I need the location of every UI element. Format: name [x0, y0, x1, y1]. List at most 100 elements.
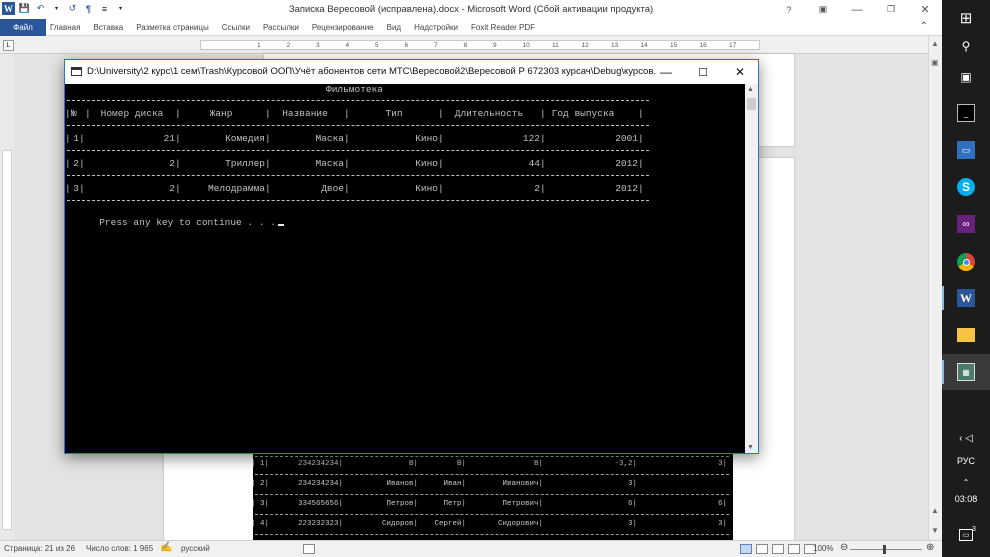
console-table-cell: Комедия: [225, 133, 265, 144]
console-close-button[interactable]: ✕: [722, 60, 758, 84]
console-prompt-line: Press any key to continue . . .: [65, 206, 745, 228]
scroll-up-icon[interactable]: ▲: [931, 39, 939, 48]
minimize-button[interactable]: —: [840, 0, 874, 19]
console-separator: [67, 150, 649, 151]
document-scrollbar[interactable]: ▲ ▣ ▲ ▼: [928, 36, 942, 540]
macro-record-icon[interactable]: [303, 544, 315, 554]
console-column-header: №: [71, 108, 77, 119]
console-window[interactable]: D:\University\2 курс\1 сем\Trash\Курсово…: [64, 59, 759, 454]
console-column-divider: |: [438, 158, 444, 169]
console-table-cell: Кино: [415, 183, 438, 194]
document-table-cell: Иванович|: [502, 480, 543, 488]
outline-button[interactable]: [788, 544, 800, 554]
action-center-button[interactable]: ▭: [942, 517, 990, 553]
tray-chevron-icon[interactable]: ⌃: [942, 478, 990, 487]
ribbon-tab[interactable]: Вид: [387, 23, 401, 32]
word-icon: W: [957, 289, 975, 307]
console-column-divider: |: [638, 183, 644, 194]
console-heading: Фильмотека: [326, 84, 384, 95]
chevron-up-icon: ‹ ◁: [959, 432, 973, 444]
ribbon-tab[interactable]: Разметка страницы: [136, 23, 209, 32]
document-table-row: | 1| 234234234| В| В| В| -3,2| 3|: [253, 460, 733, 470]
prev-page-icon[interactable]: ▲: [931, 506, 939, 515]
console-maximize-button[interactable]: ☐: [685, 60, 721, 84]
console-column-divider: |: [540, 183, 546, 194]
document-table-row: | 4| 223232323| Сидоров| Сергей| Сидорович| 3…: [253, 520, 733, 530]
console-column-header: Год выпуска: [551, 108, 615, 119]
console-scroll-thumb[interactable]: [747, 98, 756, 110]
word-title-bar: W 💾 ↶ ▾ ↺ ¶ ≡ ▾ Записка Вересовой (испра…: [0, 0, 942, 19]
taskbar-skype[interactable]: S: [942, 169, 990, 205]
console-column-header: Номер диска: [100, 108, 164, 119]
horizontal-ruler[interactable]: 1 2 3 4 5 6 7 8 9 10 11 12 13 14 15 16 17: [200, 40, 760, 50]
taskbar-word[interactable]: W: [942, 280, 990, 316]
console-column-header: Длительность: [454, 108, 524, 119]
zoom-level[interactable]: 100%: [813, 544, 833, 553]
ribbon-tab[interactable]: Главная: [50, 23, 80, 32]
taskbar-remote-desktop[interactable]: ▭: [942, 132, 990, 168]
zoom-slider-knob[interactable]: [883, 545, 886, 554]
ribbon-tab[interactable]: Ссылки: [222, 23, 250, 32]
language-indicator[interactable]: русский: [181, 544, 210, 553]
close-button[interactable]: ✕: [908, 0, 942, 19]
ruler-number: 15: [670, 42, 678, 49]
proofing-icon[interactable]: ✍: [160, 542, 172, 553]
console-output[interactable]: Фильмотека | | | | | | | | № Номер диска Жанр Назва…: [65, 84, 745, 453]
console-table-cell: 2: [169, 183, 175, 194]
taskbar-console-app[interactable]: _: [942, 95, 990, 131]
skype-icon: S: [957, 178, 975, 196]
tab-stop-selector[interactable]: L: [3, 40, 14, 51]
zoom-out-icon[interactable]: ⊖: [840, 542, 848, 553]
console-title-bar[interactable]: D:\University\2 курс\1 сем\Trash\Курсово…: [65, 60, 758, 84]
document-table-separator: [255, 474, 729, 475]
taskbar-file-explorer[interactable]: [942, 317, 990, 353]
chrome-icon: [957, 253, 975, 271]
ribbon-tab[interactable]: Foxit Reader PDF: [471, 23, 535, 32]
ribbon-tab[interactable]: Рецензирование: [312, 23, 374, 32]
console-column-header: Название: [282, 108, 328, 119]
taskbar-visual-studio[interactable]: ∞: [942, 206, 990, 242]
document-table-row: | 2| 234234234| Иванов| Иван| Иванович| 3|: [253, 480, 733, 490]
page-counter[interactable]: Страница: 21 из 26: [4, 544, 75, 553]
console-scroll-down-icon[interactable]: ▼: [747, 444, 754, 451]
split-view-icon[interactable]: ▣: [931, 58, 939, 67]
ribbon-tabs: Файл Главная Вставка Разметка страницы Ссыл…: [0, 19, 942, 36]
console-minimize-button[interactable]: —: [648, 60, 684, 84]
console-scroll-up-icon[interactable]: ▲: [747, 86, 754, 93]
collapse-ribbon-icon[interactable]: ⌃: [920, 21, 928, 32]
console-table-row: | 1 | 21 | Комедия | Маска | Кино | 122 | 2001 |: [65, 133, 745, 145]
console-icon: _: [957, 104, 975, 122]
ruler-number: 1: [257, 42, 261, 49]
notification-count: 3: [972, 526, 976, 533]
ribbon-tab[interactable]: Вставка: [93, 23, 123, 32]
system-tray-overflow[interactable]: ‹ ◁: [942, 420, 990, 456]
task-view-button[interactable]: ▣: [942, 59, 990, 95]
taskbar-chrome[interactable]: [942, 244, 990, 280]
ribbon-tab[interactable]: Надстройки: [414, 23, 458, 32]
console-table-cell: 44: [528, 158, 540, 169]
web-layout-button[interactable]: [772, 544, 784, 554]
clock[interactable]: 03:08: [942, 494, 990, 504]
zoom-slider[interactable]: [850, 549, 922, 550]
word-count[interactable]: Число слов: 1 965: [86, 544, 153, 553]
console-cursor: [277, 224, 284, 226]
ribbon-tab[interactable]: Рассылки: [263, 23, 299, 32]
vertical-ruler[interactable]: [2, 150, 12, 530]
folder-icon: [957, 328, 975, 342]
ribbon-display-icon[interactable]: ▣: [806, 0, 840, 19]
help-icon[interactable]: ?: [772, 0, 806, 19]
ruler-number: 16: [699, 42, 707, 49]
task-view-icon: ▣: [960, 70, 972, 84]
restore-button[interactable]: ❐: [874, 0, 908, 19]
print-layout-button[interactable]: [740, 544, 752, 554]
next-page-icon[interactable]: ▼: [931, 526, 939, 535]
full-screen-reading-button[interactable]: [756, 544, 768, 554]
ruler-number: 7: [434, 42, 438, 49]
status-bar: Страница: 21 из 26 Число слов: 1 965 ✍ р…: [0, 540, 942, 557]
zoom-in-icon[interactable]: ⊕: [926, 542, 934, 553]
document-table-cell: Петрович|: [502, 500, 543, 508]
console-scrollbar[interactable]: ▲ ▼: [745, 84, 758, 453]
tab-file[interactable]: Файл: [0, 19, 46, 36]
taskbar-console-active[interactable]: ▦: [942, 354, 990, 390]
input-language[interactable]: РУС: [942, 456, 990, 466]
